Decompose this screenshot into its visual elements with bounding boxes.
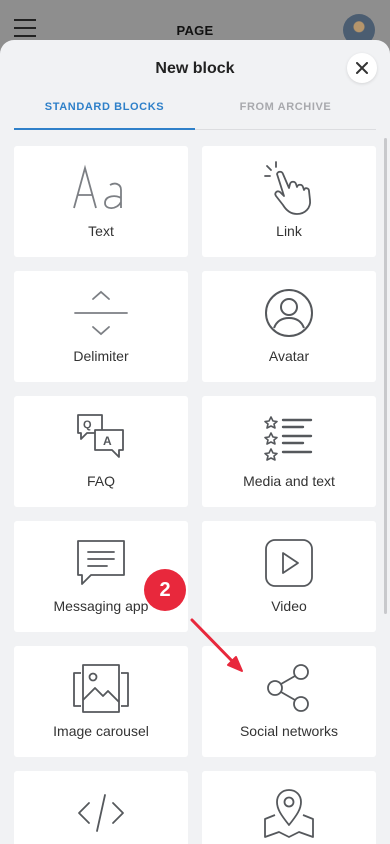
star-list-icon (264, 416, 313, 461)
page-title: PAGE (176, 23, 214, 38)
close-button[interactable] (347, 53, 377, 83)
tab-standard-blocks[interactable]: STANDARD BLOCKS (14, 101, 195, 113)
block-map[interactable] (202, 771, 376, 844)
delimiter-icon (74, 290, 128, 336)
block-label: Video (271, 598, 307, 614)
svg-text:A: A (103, 434, 112, 448)
play-icon (265, 539, 313, 587)
block-label: Image carousel (53, 723, 149, 739)
sheet-title: New block (155, 60, 235, 77)
active-tab-indicator (14, 128, 195, 130)
code-icon (78, 794, 124, 832)
block-label: Avatar (268, 348, 310, 364)
block-label: Media and text (243, 473, 335, 489)
block-label: Link (276, 223, 302, 239)
pointer-hand-icon (264, 161, 311, 215)
block-avatar[interactable]: Avatar (202, 271, 376, 382)
user-avatar-icon (265, 289, 313, 337)
block-social-networks[interactable]: Social networks (202, 646, 376, 757)
block-delimiter[interactable]: Delimiter (14, 271, 188, 382)
block-image-carousel[interactable]: Image carousel (14, 646, 188, 757)
scrollbar[interactable] (384, 138, 387, 614)
chat-bubble-icon (77, 540, 125, 585)
map-pin-icon (264, 789, 314, 838)
svg-text:Q: Q (83, 419, 92, 431)
block-text[interactable]: Text (14, 146, 188, 257)
close-icon (356, 62, 368, 74)
block-label: FAQ (86, 473, 115, 489)
new-block-sheet: New block STANDARD BLOCKS FROM ARCHIVE T… (0, 40, 390, 844)
tab-bar: STANDARD BLOCKS FROM ARCHIVE (14, 94, 376, 130)
share-icon (267, 664, 309, 712)
block-label: Delimiter (73, 348, 129, 364)
tab-from-archive[interactable]: FROM ARCHIVE (195, 101, 376, 113)
block-faq[interactable]: Q A FAQ (14, 396, 188, 507)
block-video[interactable]: Video (202, 521, 376, 632)
block-media-and-text[interactable]: Media and text (202, 396, 376, 507)
block-link[interactable]: Link (202, 146, 376, 257)
image-carousel-icon (73, 664, 129, 713)
block-code[interactable] (14, 771, 188, 844)
block-label: Social networks (239, 723, 339, 739)
block-label: Text (88, 223, 114, 239)
text-aa-icon (73, 164, 122, 210)
step-badge: 2 (144, 569, 186, 611)
faq-bubbles-icon: Q A (77, 414, 124, 458)
